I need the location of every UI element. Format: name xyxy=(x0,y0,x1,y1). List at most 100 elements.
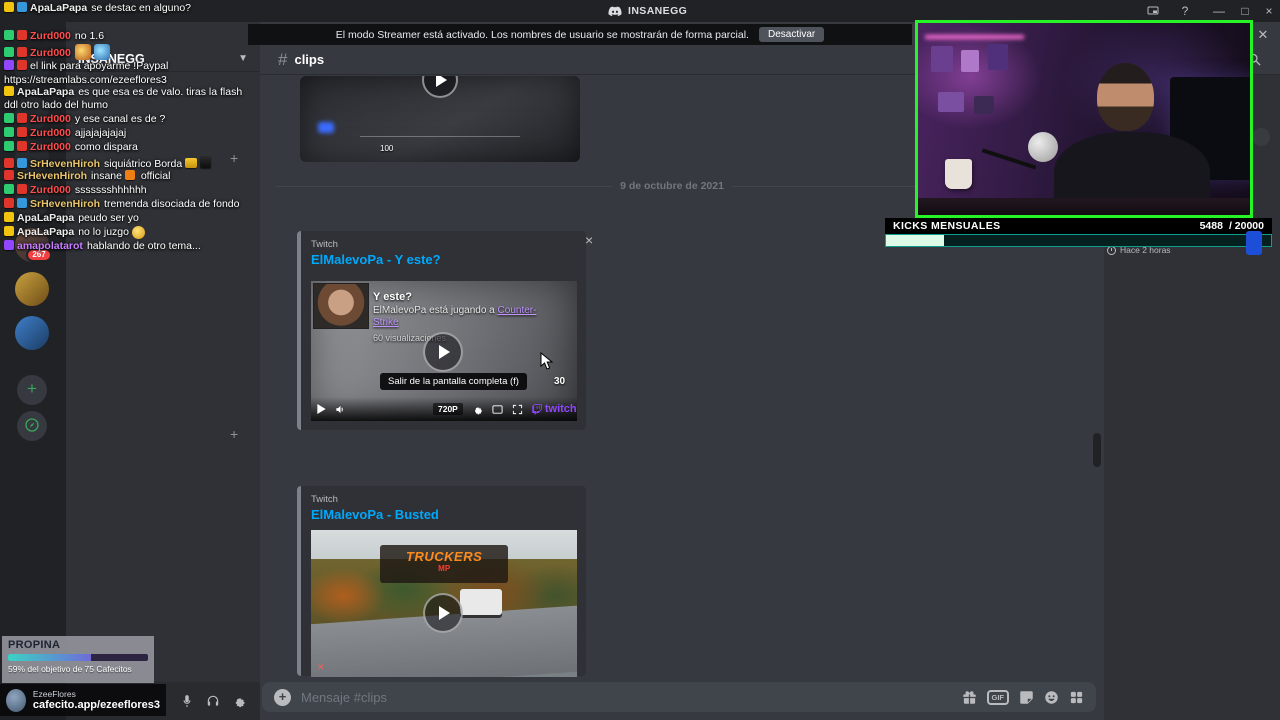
overlay-accent-box xyxy=(1246,231,1262,255)
theater-mode-icon[interactable] xyxy=(492,404,503,415)
apps-icon[interactable] xyxy=(1069,690,1084,705)
kicks-goal-progressbar xyxy=(885,234,1272,247)
twitch-embed: Twitch ElMalevoPa - Busted TRUCKERS MP ✕ xyxy=(297,486,586,677)
server-header[interactable]: INSANEGG ▼ xyxy=(66,46,260,72)
remove-embed-icon[interactable]: × xyxy=(585,232,593,248)
fullscreen-tooltip: Salir de la pantalla completa (f) xyxy=(380,373,527,390)
floating-reaction-button[interactable] xyxy=(1252,128,1270,146)
play-icon xyxy=(436,76,447,87)
gif-picker-icon[interactable]: GIF xyxy=(986,689,1009,705)
shelf-figure xyxy=(974,95,995,114)
embed-title[interactable]: ElMalevoPa - Y este? xyxy=(311,252,586,267)
clip-thumbnail[interactable]: TRUCKERS MP ✕ xyxy=(311,530,577,677)
video-detail xyxy=(360,136,520,137)
tip-goal-widget: PROPINA 59% del objetivo de 75 Cafecitos xyxy=(2,636,154,683)
embed-provider: Twitch xyxy=(311,494,338,505)
player-settings-gear-icon[interactable] xyxy=(472,404,483,415)
microphone-icon[interactable] xyxy=(180,694,194,708)
channel-sidebar xyxy=(66,22,260,720)
led-strip xyxy=(924,34,1025,39)
server-icon[interactable] xyxy=(15,184,49,218)
play-button[interactable] xyxy=(423,332,463,372)
twitch-player[interactable]: Y este? ElMalevoPa está jugando a Counte… xyxy=(311,281,577,421)
server-icon[interactable] xyxy=(15,52,49,86)
minimize-button[interactable]: — xyxy=(1206,0,1232,22)
popout-icon[interactable] xyxy=(1140,0,1166,22)
emoji-picker-icon[interactable] xyxy=(1044,690,1059,705)
add-server-button[interactable]: + xyxy=(17,375,47,405)
user-settings-gear-icon[interactable] xyxy=(232,694,246,708)
shelf-figure xyxy=(987,44,1008,71)
hash-icon: # xyxy=(278,49,288,69)
headphones-icon[interactable] xyxy=(206,694,220,708)
window-title: INSANEGG xyxy=(628,5,688,17)
titlebar-center: INSANEGG xyxy=(608,0,687,22)
add-channel-button[interactable]: + xyxy=(230,426,238,442)
attach-file-button[interactable]: + xyxy=(274,688,291,706)
streamer-mode-text: El modo Streamer está activado. Los nomb… xyxy=(335,28,749,41)
thumbnail-close-icon[interactable]: ✕ xyxy=(317,662,325,673)
date-divider-label: 9 de octubre de 2021 xyxy=(620,180,724,192)
add-channel-button[interactable]: + xyxy=(230,150,238,166)
message-input[interactable]: Mensaje #clips xyxy=(301,690,952,705)
explore-servers-button[interactable] xyxy=(17,411,47,441)
clip-time-badge: 30 xyxy=(554,376,566,387)
kicks-goal-fill xyxy=(886,235,944,246)
help-icon[interactable]: ? xyxy=(1172,0,1198,22)
username: EzeeFlores xyxy=(32,689,76,699)
twitch-embed: Twitch ElMalevoPa - Y este? Y este? ElMa… xyxy=(297,231,586,430)
volume-icon[interactable] xyxy=(335,404,346,415)
server-rail: 267 + xyxy=(0,22,66,720)
close-button[interactable]: × xyxy=(1256,0,1280,22)
play-icon xyxy=(439,606,450,620)
streamer-face xyxy=(1097,63,1154,131)
video-hud-text: 100 xyxy=(380,144,394,153)
channel-title: clips xyxy=(294,52,325,67)
play-button[interactable] xyxy=(423,593,463,633)
fullscreen-icon[interactable] xyxy=(512,404,523,415)
kicks-goal-label: KICKS MENSUALES xyxy=(893,220,1001,232)
titlebar: INSANEGG ? — □ × xyxy=(0,0,1280,22)
game-logo: TRUCKERS MP xyxy=(380,544,509,583)
avatar xyxy=(6,688,26,712)
shelf-figure xyxy=(961,49,980,72)
deactivate-streamer-mode-button[interactable]: Desactivar xyxy=(758,27,825,42)
embed-title[interactable]: ElMalevoPa - Busted xyxy=(311,507,586,522)
server-icon[interactable] xyxy=(15,140,49,174)
server-icon[interactable] xyxy=(15,316,49,350)
server-icon[interactable] xyxy=(15,272,49,306)
desk xyxy=(918,197,1250,215)
tip-goal-progressbar xyxy=(8,654,148,661)
sticker-icon[interactable] xyxy=(1019,690,1034,705)
mug xyxy=(944,159,972,190)
tip-goal-title: PROPINA xyxy=(8,639,61,651)
microphone xyxy=(1027,132,1058,163)
unread-count-badge: 267 xyxy=(26,248,52,262)
gift-icon[interactable] xyxy=(962,690,977,705)
mouse-cursor xyxy=(540,352,554,370)
maximize-button[interactable]: □ xyxy=(1232,0,1258,22)
quality-selector[interactable]: 720P xyxy=(433,403,463,415)
cafecito-url: cafecito.app/ezeeflores3 xyxy=(32,699,160,711)
cafecito-banner: EzeeFlores cafecito.app/ezeeflores3 xyxy=(0,684,166,716)
kicks-goal-header: KICKS MENSUALES 5488 / 20000 xyxy=(885,218,1272,234)
close-icon[interactable]: ✕ xyxy=(1254,26,1272,44)
clip-subtitle: ElMalevoPa está jugando a Counter-Strike xyxy=(373,305,537,328)
twitch-brand[interactable]: twitch xyxy=(532,403,577,415)
thumbnail-truck xyxy=(459,588,502,615)
partial-video-embed[interactable]: 100 xyxy=(300,76,580,162)
chat-scrollbar[interactable] xyxy=(1093,433,1101,467)
tip-goal-caption: 59% del objetivo de 75 Cafecitos xyxy=(8,664,132,674)
twitch-glitch-icon xyxy=(532,403,542,415)
streamer-mode-banner: El modo Streamer está activado. Los nomb… xyxy=(248,24,912,45)
shelf-figure xyxy=(931,46,954,73)
tip-goal-fill xyxy=(8,654,91,661)
play-button[interactable] xyxy=(422,76,458,98)
server-icon[interactable] xyxy=(15,96,49,130)
play-icon[interactable] xyxy=(317,404,326,414)
shelf-figure xyxy=(937,92,964,113)
webcam-overlay xyxy=(915,20,1253,218)
discord-logo-icon xyxy=(608,6,622,16)
clip-title: Y este? xyxy=(373,291,412,303)
discord-app-window: INSANEGG ? — □ × El modo Streamer está a… xyxy=(0,0,1280,720)
